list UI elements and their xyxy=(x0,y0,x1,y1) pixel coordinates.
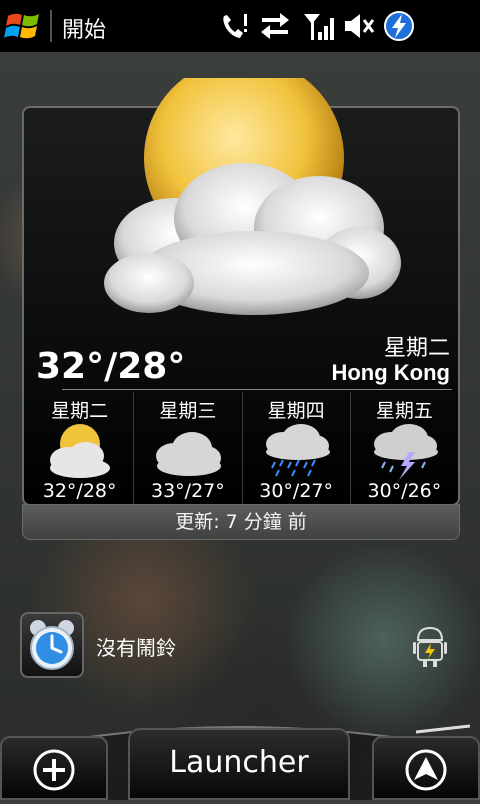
android-power-icon[interactable] xyxy=(412,624,448,668)
forecast-day-name: 星期五 xyxy=(375,400,433,422)
thunderstorm-icon xyxy=(369,422,441,480)
forecast-day[interactable]: 星期三 33°/27° xyxy=(133,392,241,508)
forecast-day[interactable]: 星期二 32°/28° xyxy=(26,392,133,508)
missed-call-icon[interactable] xyxy=(218,10,252,42)
weather-panel: 32°/28° 星期二 Hong Kong 星期二 32°/28° 星期三 33… xyxy=(22,58,460,508)
cloudy-icon xyxy=(152,422,224,480)
current-temperature: 32°/28° xyxy=(36,346,186,387)
rain-icon xyxy=(261,422,333,480)
current-day: 星期二 xyxy=(383,336,450,361)
weather-widget[interactable]: 32°/28° 星期二 Hong Kong 星期二 32°/28° 星期三 33… xyxy=(22,58,460,540)
update-status[interactable]: 更新: 7 分鐘 前 xyxy=(22,504,460,540)
launcher-button[interactable]: Launcher xyxy=(128,728,350,800)
weather-divider xyxy=(62,389,452,390)
forecast-temperature: 33°/27° xyxy=(150,480,225,502)
battery-charging-icon[interactable] xyxy=(382,10,416,42)
up-arrow-icon xyxy=(404,748,448,792)
forecast-day-name: 星期三 xyxy=(159,400,217,422)
speaker-muted-icon[interactable] xyxy=(342,10,376,42)
alarm-clock-icon[interactable] xyxy=(20,612,84,678)
partly-cloudy-sun-icon xyxy=(74,58,404,328)
start-title[interactable]: 開始 xyxy=(62,12,106,44)
forecast-day[interactable]: 星期五 30°/26° xyxy=(349,392,458,508)
forecast-temperature: 30°/26° xyxy=(367,480,442,502)
forecast-day-name: 星期四 xyxy=(267,400,325,422)
forecast-temperature: 32°/28° xyxy=(42,480,117,502)
plus-icon xyxy=(32,748,76,792)
alarm-status[interactable]: 沒有鬧鈴 xyxy=(96,632,176,661)
forecast-day[interactable]: 星期四 30°/27° xyxy=(241,392,350,508)
partly-cloudy-sun-icon xyxy=(44,422,116,480)
up-button[interactable] xyxy=(372,736,480,800)
signal-icon[interactable] xyxy=(302,10,336,42)
city-name[interactable]: Hong Kong xyxy=(331,360,450,386)
forecast-row: 星期二 32°/28° 星期三 33°/27° 星期四 30°/27° 星期五 … xyxy=(26,392,458,508)
start-separator xyxy=(50,10,52,42)
add-button[interactable] xyxy=(0,736,108,800)
forecast-temperature: 30°/27° xyxy=(259,480,333,502)
status-bar: 開始 xyxy=(0,0,480,52)
data-transfer-icon[interactable] xyxy=(258,10,292,42)
forecast-day-name: 星期二 xyxy=(51,400,109,422)
windows-start-icon[interactable] xyxy=(4,6,44,46)
